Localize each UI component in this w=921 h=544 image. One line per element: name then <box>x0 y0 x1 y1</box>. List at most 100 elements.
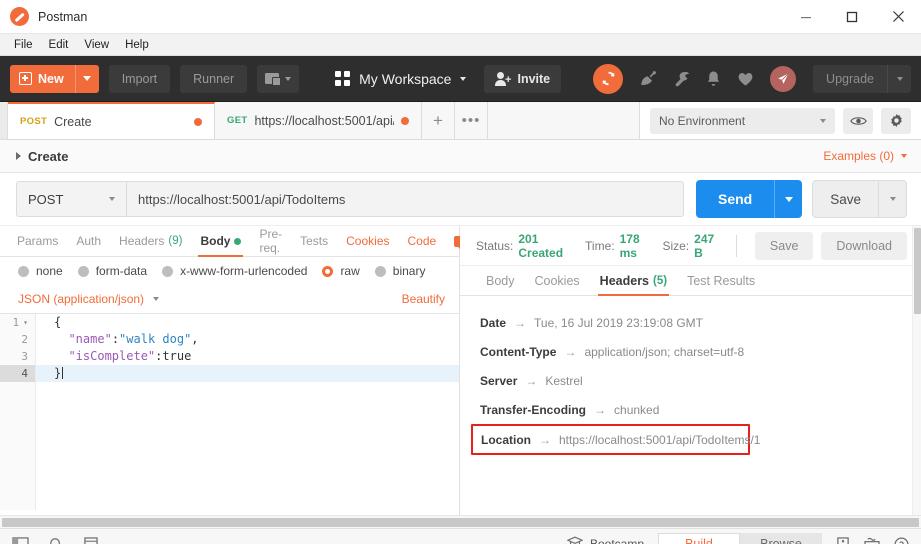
radio-icon <box>162 265 174 277</box>
keyboard-icon[interactable] <box>864 537 880 544</box>
line-number: ▾ 1 <box>0 314 35 331</box>
bell-icon[interactable] <box>706 70 721 87</box>
eye-icon[interactable] <box>843 107 873 134</box>
request-pane: Params Auth Headers (9) Body Pre-req. Te… <box>0 226 486 515</box>
workspace-selector[interactable]: My Workspace <box>335 71 467 87</box>
import-button[interactable]: Import <box>108 64 171 93</box>
tab-auth[interactable]: Auth <box>67 226 110 256</box>
download-response-button[interactable]: Download <box>821 231 907 260</box>
response-tab-cookies[interactable]: Cookies <box>525 266 590 295</box>
tab-prerequest[interactable]: Pre-req. <box>250 226 291 256</box>
bootcamp-button[interactable]: Bootcamp <box>566 536 644 544</box>
sync-icon[interactable] <box>593 63 624 94</box>
sidebar-toggle-icon[interactable] <box>12 536 29 544</box>
chevron-down-icon <box>460 76 467 81</box>
grid-icon <box>335 71 351 86</box>
size-label: Size: <box>662 238 690 253</box>
response-vertical-scrollbar[interactable] <box>912 226 921 515</box>
help-icon[interactable] <box>894 537 909 544</box>
body-type-urlencoded[interactable]: x-www-form-urlencoded <box>162 264 307 278</box>
window-controls <box>783 0 921 34</box>
environment-select[interactable]: No Environment <box>650 107 835 134</box>
app-title: Postman <box>38 9 88 24</box>
rocket-avatar-icon[interactable] <box>770 65 797 92</box>
url-input[interactable]: https://localhost:5001/api/TodoItems <box>126 181 684 217</box>
new-tab-button[interactable]: + <box>422 102 455 139</box>
body-type-none[interactable]: none <box>18 264 63 278</box>
response-tab-headers-count: (5) <box>653 274 668 287</box>
tab-options-button[interactable]: ••• <box>455 102 488 139</box>
graduation-cap-icon <box>566 536 584 544</box>
menu-item-edit[interactable]: Edit <box>41 36 77 54</box>
tab-headers-count: (9) <box>168 235 183 247</box>
save-request-button[interactable]: Save <box>812 180 907 218</box>
chevron-down-icon <box>285 76 292 81</box>
body-type-raw[interactable]: raw <box>322 264 360 278</box>
tab-code[interactable]: Code <box>399 226 446 256</box>
gear-icon[interactable] <box>881 107 911 134</box>
new-folder-button[interactable] <box>257 64 300 93</box>
upgrade-dropdown-toggle[interactable] <box>887 64 911 93</box>
heart-icon[interactable] <box>737 71 754 87</box>
tab-headers[interactable]: Headers (9) <box>110 226 191 256</box>
response-tab-test-results[interactable]: Test Results <box>677 266 765 295</box>
horizontal-scrollbar[interactable] <box>0 515 921 528</box>
chevron-down-icon[interactable] <box>153 297 160 301</box>
send-dropdown-toggle[interactable] <box>774 180 802 218</box>
tab-tests[interactable]: Tests <box>291 226 337 256</box>
close-icon[interactable] <box>875 0 921 34</box>
request-tab-get-todoitems[interactable]: GET https://localhost:5001/api/TodoIt <box>215 102 422 139</box>
chevron-right-icon <box>16 152 21 160</box>
tab-body[interactable]: Body <box>191 226 250 257</box>
content-type-select-value[interactable]: JSON (application/json) <box>18 292 144 306</box>
editor-code[interactable]: { "name":"walk dog", "isComplete":true } <box>36 314 459 382</box>
editor-gutter: ▾ 1 2 3 4 <box>0 314 36 510</box>
send-button[interactable]: Send <box>695 180 803 218</box>
invite-button[interactable]: + Invite <box>484 64 562 93</box>
tab-params[interactable]: Params <box>8 226 67 256</box>
maximize-icon[interactable] <box>829 0 875 34</box>
new-dropdown-toggle[interactable] <box>74 64 99 93</box>
minimize-icon[interactable] <box>783 0 829 34</box>
tab-headers-label: Headers <box>119 234 165 248</box>
body-present-dot-icon <box>234 237 242 245</box>
new-button[interactable]: New <box>10 64 99 93</box>
examples-dropdown[interactable]: Examples (0) <box>823 149 907 163</box>
breadcrumb-create[interactable]: Create <box>16 149 68 164</box>
body-type-form-data[interactable]: form-data <box>77 264 147 278</box>
scrollbar-thumb[interactable] <box>2 517 919 527</box>
code-token: "isComplete" <box>68 349 156 363</box>
text-caret <box>62 367 64 379</box>
request-tab-strip: POST Create GET https://localhost:5001/a… <box>0 102 921 140</box>
browse-tab[interactable]: Browse <box>740 533 822 544</box>
wrench-icon[interactable] <box>673 70 690 87</box>
menu-item-help[interactable]: Help <box>117 36 157 54</box>
chevron-down-icon <box>109 197 115 201</box>
build-tab[interactable]: Build <box>658 533 740 544</box>
trash-panel-icon[interactable] <box>836 536 850 544</box>
body-editor[interactable]: ▾ 1 2 3 4 { "name":"walk dog", "isComple… <box>0 313 459 510</box>
response-tab-headers[interactable]: Headers (5) <box>590 266 677 296</box>
header-name: Transfer-Encoding <box>480 402 587 417</box>
save-dropdown-toggle[interactable] <box>878 181 906 217</box>
tab-body-label: Body <box>200 234 231 248</box>
satellite-dish-icon[interactable] <box>639 70 657 88</box>
new-button-main[interactable]: New <box>10 65 75 93</box>
method-select[interactable]: POST <box>16 181 126 217</box>
beautify-button[interactable]: Beautify <box>402 292 445 306</box>
upgrade-button[interactable]: Upgrade <box>813 64 911 93</box>
scrollbar-thumb[interactable] <box>914 228 921 314</box>
save-response-button[interactable]: Save <box>754 231 814 260</box>
search-icon[interactable] <box>49 537 64 544</box>
fold-arrow-icon[interactable]: ▾ <box>23 314 28 331</box>
runner-button[interactable]: Runner <box>180 64 248 93</box>
console-icon[interactable] <box>84 536 98 544</box>
body-type-binary[interactable]: binary <box>374 264 425 278</box>
request-tab-create[interactable]: POST Create <box>8 102 215 139</box>
menu-item-view[interactable]: View <box>76 36 117 54</box>
tab-cookies[interactable]: Cookies <box>337 226 398 256</box>
status-bar-left <box>12 536 98 544</box>
response-tab-body[interactable]: Body <box>476 266 525 295</box>
menu-item-file[interactable]: File <box>6 36 41 54</box>
divider <box>736 234 737 257</box>
